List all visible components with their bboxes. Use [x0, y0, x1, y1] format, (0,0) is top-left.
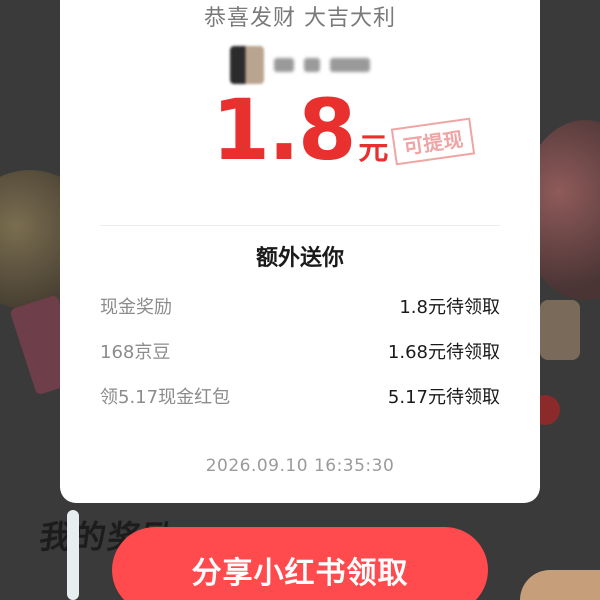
amount-value: 1.8	[211, 81, 357, 179]
background-decoration	[540, 300, 580, 360]
greeting-text: 恭喜发财 大吉大利	[204, 6, 396, 31]
amount-unit: 元	[358, 132, 389, 167]
reward-row: 领5.17现金红包 5.17元待领取	[100, 382, 500, 410]
extra-title: 额外送你	[255, 246, 344, 271]
background-decoration	[520, 570, 600, 600]
background-decoration	[67, 510, 79, 600]
blurred-name	[274, 58, 294, 72]
blurred-name	[330, 58, 370, 72]
reward-row: 现金奖励 1.8元待领取	[100, 292, 500, 320]
screen: 我的奖励 恭喜发财 大吉大利 1.8 元 可提现 额外送你 现金奖励 1.8元待…	[0, 0, 600, 600]
reward-value: 1.8元待领取	[399, 297, 500, 318]
avatar	[230, 46, 264, 84]
reward-value: 1.68元待领取	[387, 342, 500, 363]
reward-name: 168京豆	[100, 342, 171, 363]
reward-name: 现金奖励	[100, 297, 172, 318]
blurred-name	[304, 58, 320, 72]
reward-name: 领5.17现金红包	[100, 387, 231, 408]
reward-row: 168京豆 1.68元待领取	[100, 337, 500, 365]
timestamp: 2026.09.10 16:35:30	[205, 456, 395, 476]
share-button[interactable]: 分享小红书领取	[112, 527, 488, 600]
divider	[100, 225, 500, 226]
user-info	[60, 46, 540, 84]
reward-value: 5.17元待领取	[387, 387, 500, 408]
reward-card: 恭喜发财 大吉大利 1.8 元 可提现 额外送你 现金奖励 1.8元待领取 16…	[60, 0, 540, 503]
